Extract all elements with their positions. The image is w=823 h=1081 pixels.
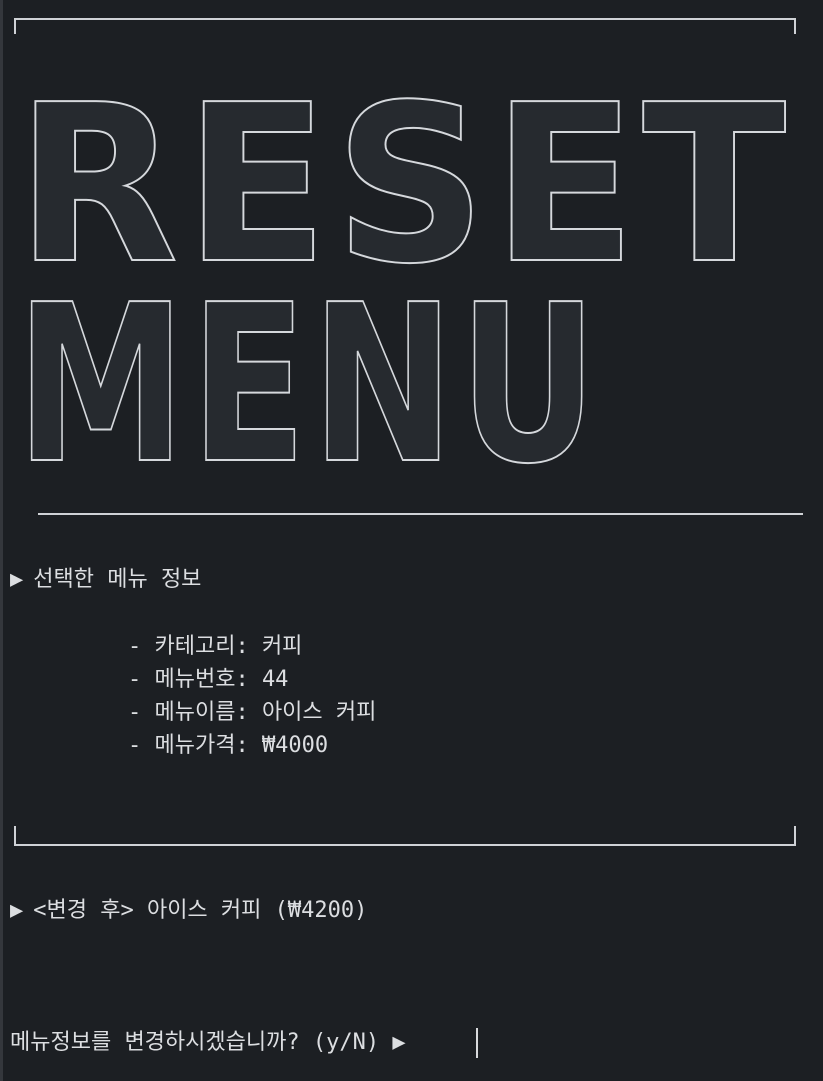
arrow-right-icon: ▶ xyxy=(10,898,24,923)
window-edge xyxy=(0,0,3,1081)
ascii-banner-reset: RESET xyxy=(12,70,812,265)
section-title: 선택한 메뉴 정보 xyxy=(33,567,202,592)
terminal-window: RESET MENU ▶ 선택한 메뉴 정보 - 카테고리: 커피 - 메뉴번호:… xyxy=(0,0,823,1081)
frame-bottom-border xyxy=(14,826,796,846)
confirm-prompt: 메뉴정보를 변경하시겠습니까? (y/N) ▶ xyxy=(10,1030,406,1055)
info-number: - 메뉴번호: 44 xyxy=(128,667,289,692)
section-header: ▶ 선택한 메뉴 정보 xyxy=(10,569,201,591)
info-price: - 메뉴가격: ₩4000 xyxy=(128,733,329,758)
arrow-right-icon: ▶ xyxy=(10,567,24,592)
ascii-banner-menu: MENU xyxy=(12,270,812,465)
frame-top-border xyxy=(14,18,796,34)
banner-reset-text: RESET xyxy=(16,70,792,265)
text-cursor[interactable] xyxy=(476,1028,478,1058)
banner-menu-text: MENU xyxy=(16,270,602,465)
section-divider xyxy=(38,513,803,515)
info-category: - 카테고리: 커피 xyxy=(128,634,303,659)
change-summary: ▶ <변경 후> 아이스 커피 (₩4200) xyxy=(10,900,367,922)
change-summary-text: <변경 후> 아이스 커피 (₩4200) xyxy=(33,898,368,923)
info-name: - 메뉴이름: 아이스 커피 xyxy=(128,700,377,725)
